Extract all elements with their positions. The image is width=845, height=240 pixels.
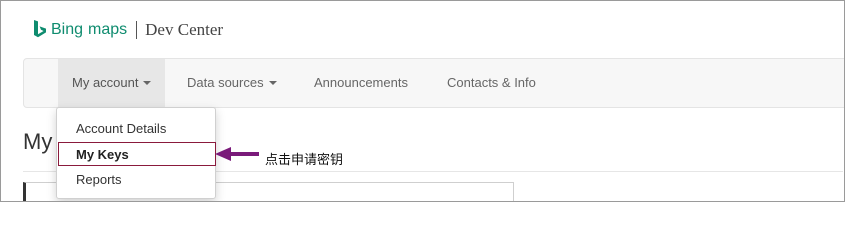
- menu-item-reports[interactable]: Reports: [57, 168, 215, 192]
- nav-my-account-label: My account: [72, 75, 139, 90]
- bing-logo-icon: [34, 20, 46, 38]
- nav-data-sources-label: Data sources: [187, 75, 264, 90]
- nav-contacts-info[interactable]: Contacts & Info: [447, 59, 536, 107]
- menu-item-my-keys[interactable]: My Keys: [57, 143, 215, 167]
- main-navbar: My account Data sources Announcements Co…: [23, 58, 844, 108]
- caret-down-icon: [268, 80, 277, 85]
- nav-announcements[interactable]: Announcements: [314, 59, 408, 107]
- menu-item-account-details[interactable]: Account Details: [57, 117, 215, 141]
- page-title: My: [23, 129, 53, 154]
- nav-my-account[interactable]: My account: [58, 59, 166, 107]
- brand-header[interactable]: Bing maps Dev Center: [33, 15, 223, 45]
- annotation-arrow-icon: [215, 147, 259, 161]
- browser-viewport: Bing maps Dev Center My account Data sou…: [0, 0, 845, 202]
- nav-contacts-info-label: Contacts & Info: [447, 75, 536, 90]
- caret-down-icon: [143, 80, 152, 85]
- my-account-dropdown-menu: Account Details My Keys Reports: [56, 107, 216, 199]
- nav-announcements-label: Announcements: [314, 75, 408, 90]
- brand-separator: [136, 21, 138, 39]
- brand-maps-text: maps: [88, 21, 128, 38]
- brand-bing-text: Bing: [51, 21, 84, 38]
- nav-data-sources[interactable]: Data sources: [187, 59, 277, 107]
- annotation-text: 点击申请密钥: [265, 153, 344, 168]
- brand-dev-center-text: Dev Center: [145, 20, 224, 39]
